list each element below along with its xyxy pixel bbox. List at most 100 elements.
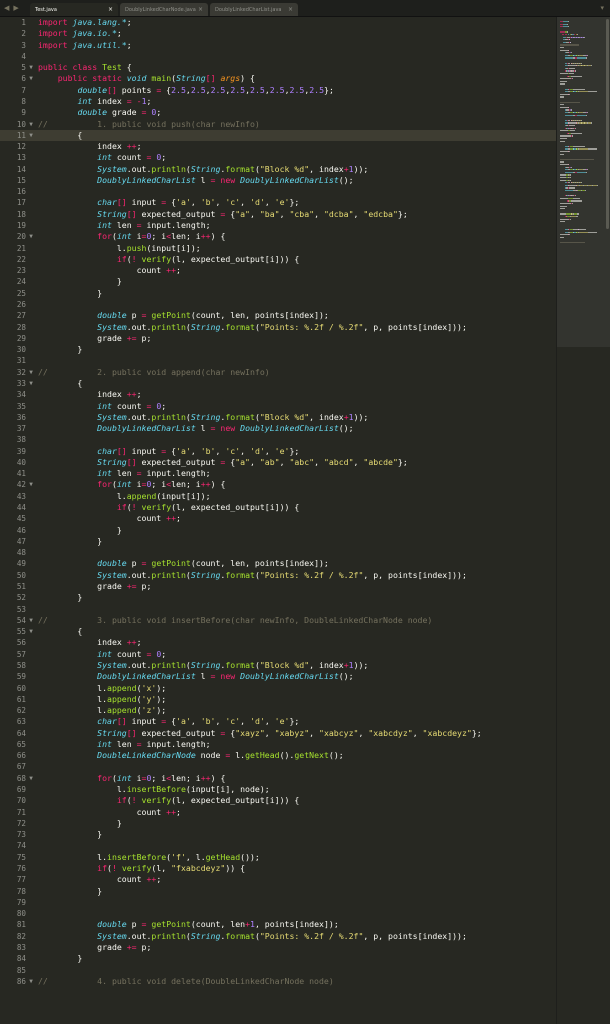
code-line[interactable]: 10 ▼// 1. public void push(char newInfo): [0, 119, 556, 130]
code-line[interactable]: 37 DoublyLinkedCharList l = new DoublyLi…: [0, 423, 556, 434]
code-line[interactable]: 74: [0, 840, 556, 851]
code-line[interactable]: 63 char[] input = {'a', 'b', 'c', 'd', '…: [0, 716, 556, 727]
code-line[interactable]: 48: [0, 547, 556, 558]
code-line[interactable]: 67: [0, 761, 556, 772]
code-line[interactable]: 64 String[] expected_output = {"xayz", "…: [0, 728, 556, 739]
code-line[interactable]: 11 ▼ {: [0, 129, 556, 142]
code-line[interactable]: 29 grade += p;: [0, 333, 556, 344]
code-line[interactable]: 8 int index = -1;: [0, 96, 556, 107]
code-line[interactable]: 7 double[] points = {2.5,2.5,2.5,2.5,2.5…: [0, 85, 556, 96]
fold-arrow-icon[interactable]: ▼: [27, 626, 35, 637]
fold-arrow-icon[interactable]: ▼: [27, 231, 35, 242]
fold-arrow-icon[interactable]: ▼: [27, 479, 35, 490]
code-line[interactable]: 81 double p = getPoint(count, len+1, poi…: [0, 919, 556, 930]
code-line[interactable]: 51 grade += p;: [0, 581, 556, 592]
code-line[interactable]: 44 if(! verify(l, expected_output[i])) {: [0, 502, 556, 513]
code-line[interactable]: 60 l.append('x');: [0, 683, 556, 694]
code-line[interactable]: 82 System.out.println(String.format("Poi…: [0, 931, 556, 942]
code-line[interactable]: 76 if(! verify(l, "fxabcdeyz")) {: [0, 863, 556, 874]
code-line[interactable]: 2 import java.io.*;: [0, 28, 556, 39]
code-line[interactable]: 68 ▼ for(int i=0; i<len; i++) {: [0, 773, 556, 784]
code-line[interactable]: 45 count ++;: [0, 513, 556, 524]
code-line[interactable]: 31: [0, 355, 556, 366]
code-line[interactable]: 39 char[] input = {'a', 'b', 'c', 'd', '…: [0, 446, 556, 457]
code-line[interactable]: 33 ▼ {: [0, 378, 556, 389]
fold-arrow-icon[interactable]: ▼: [27, 73, 35, 84]
code-line[interactable]: 30 }: [0, 344, 556, 355]
code-line[interactable]: 84 }: [0, 953, 556, 964]
code-line[interactable]: 34 index ++;: [0, 389, 556, 400]
code-line[interactable]: 79: [0, 897, 556, 908]
code-line[interactable]: 62 l.append('z');: [0, 705, 556, 716]
code-line[interactable]: 25 }: [0, 288, 556, 299]
close-icon[interactable]: ×: [108, 6, 113, 13]
code-line[interactable]: 78 }: [0, 886, 556, 897]
tab-1[interactable]: Test.java ×: [30, 3, 118, 16]
code-line[interactable]: 38: [0, 434, 556, 445]
fold-arrow-icon[interactable]: ▼: [27, 367, 35, 378]
code-line[interactable]: 72 }: [0, 818, 556, 829]
code-line[interactable]: 69 l.insertBefore(input[i], node);: [0, 784, 556, 795]
code-line[interactable]: 6 ▼ public static void main(String[] args…: [0, 73, 556, 84]
code-line[interactable]: 53: [0, 604, 556, 615]
code-line[interactable]: 80: [0, 908, 556, 919]
code-line[interactable]: 41 int len = input.length;: [0, 468, 556, 479]
fold-arrow-icon[interactable]: ▼: [27, 130, 35, 141]
code-line[interactable]: 71 count ++;: [0, 807, 556, 818]
code-line[interactable]: 19 int len = input.length;: [0, 220, 556, 231]
code-line[interactable]: 12 index ++;: [0, 141, 556, 152]
code-line[interactable]: 20 ▼ for(int i=0; i<len; i++) {: [0, 231, 556, 242]
fold-arrow-icon[interactable]: ▼: [27, 62, 35, 73]
minimap[interactable]: [556, 17, 610, 1024]
chevron-down-icon[interactable]: ▾: [600, 0, 604, 16]
code-line[interactable]: 85: [0, 965, 556, 976]
close-icon[interactable]: ×: [198, 6, 203, 13]
scrollbar-thumb[interactable]: [606, 19, 609, 229]
code-line[interactable]: 52 }: [0, 592, 556, 603]
code-line[interactable]: 1 import java.lang.*;: [0, 17, 556, 28]
code-line[interactable]: 13 int count = 0;: [0, 152, 556, 163]
code-line[interactable]: 26: [0, 299, 556, 310]
fold-arrow-icon[interactable]: ▼: [27, 615, 35, 626]
code-line[interactable]: 35 int count = 0;: [0, 401, 556, 412]
code-line[interactable]: 56 index ++;: [0, 637, 556, 648]
code-line[interactable]: 46 }: [0, 525, 556, 536]
code-line[interactable]: 5 ▼ public class Test {: [0, 62, 556, 73]
code-line[interactable]: 61 l.append('y');: [0, 694, 556, 705]
code-line[interactable]: 17 char[] input = {'a', 'b', 'c', 'd', '…: [0, 197, 556, 208]
code-line[interactable]: 21 l.push(input[i]);: [0, 243, 556, 254]
code-line[interactable]: 50 System.out.println(String.format("Poi…: [0, 570, 556, 581]
code-line[interactable]: 27 double p = getPoint(count, len, point…: [0, 310, 556, 321]
code-line[interactable]: 65 int len = input.length;: [0, 739, 556, 750]
code-line[interactable]: 77 count ++;: [0, 874, 556, 885]
code-line[interactable]: 83 grade += p;: [0, 942, 556, 953]
code-line[interactable]: 54 ▼// 3. public void insertBefore(char n…: [0, 615, 556, 626]
fold-arrow-icon[interactable]: ▼: [27, 976, 35, 987]
tab-2[interactable]: DoublyLinkedCharNode.java ×: [120, 3, 208, 16]
code-line[interactable]: 86 ▼// 4. public void delete(DoubleLinked…: [0, 976, 556, 987]
code-line[interactable]: 42 ▼ for(int i=0; i<len; i++) {: [0, 479, 556, 490]
tab-3[interactable]: DoublyLinkedCharList.java ×: [210, 3, 298, 16]
fold-arrow-icon[interactable]: ▼: [27, 119, 35, 130]
code-line[interactable]: 58 System.out.println(String.format("Blo…: [0, 660, 556, 671]
code-line[interactable]: 70 if(! verify(l, expected_output[i])) {: [0, 795, 556, 806]
code-line[interactable]: 15 DoublyLinkedCharList l = new DoublyLi…: [0, 175, 556, 186]
code-line[interactable]: 43 l.append(input[i]);: [0, 491, 556, 502]
code-line[interactable]: 24 }: [0, 276, 556, 287]
code-line[interactable]: 23 count ++;: [0, 265, 556, 276]
chevron-right-icon[interactable]: ▶: [13, 0, 18, 16]
code-line[interactable]: 75 l.insertBefore('f', l.getHead());: [0, 852, 556, 863]
code-line[interactable]: 9 double grade = 0;: [0, 107, 556, 118]
code-line[interactable]: 73 }: [0, 829, 556, 840]
code-line[interactable]: 16: [0, 186, 556, 197]
code-line[interactable]: 36 System.out.println(String.format("Blo…: [0, 412, 556, 423]
fold-arrow-icon[interactable]: ▼: [27, 773, 35, 784]
code-line[interactable]: 66 DoubleLinkedCharNode node = l.getHead…: [0, 750, 556, 761]
code-line[interactable]: 40 String[] expected_output = {"a", "ab"…: [0, 457, 556, 468]
fold-arrow-icon[interactable]: ▼: [27, 378, 35, 389]
code-line[interactable]: 22 if(! verify(l, expected_output[i])) {: [0, 254, 556, 265]
code-line[interactable]: 4: [0, 51, 556, 62]
code-line[interactable]: 47 }: [0, 536, 556, 547]
code-line[interactable]: 49 double p = getPoint(count, len, point…: [0, 558, 556, 569]
close-icon[interactable]: ×: [288, 6, 293, 13]
